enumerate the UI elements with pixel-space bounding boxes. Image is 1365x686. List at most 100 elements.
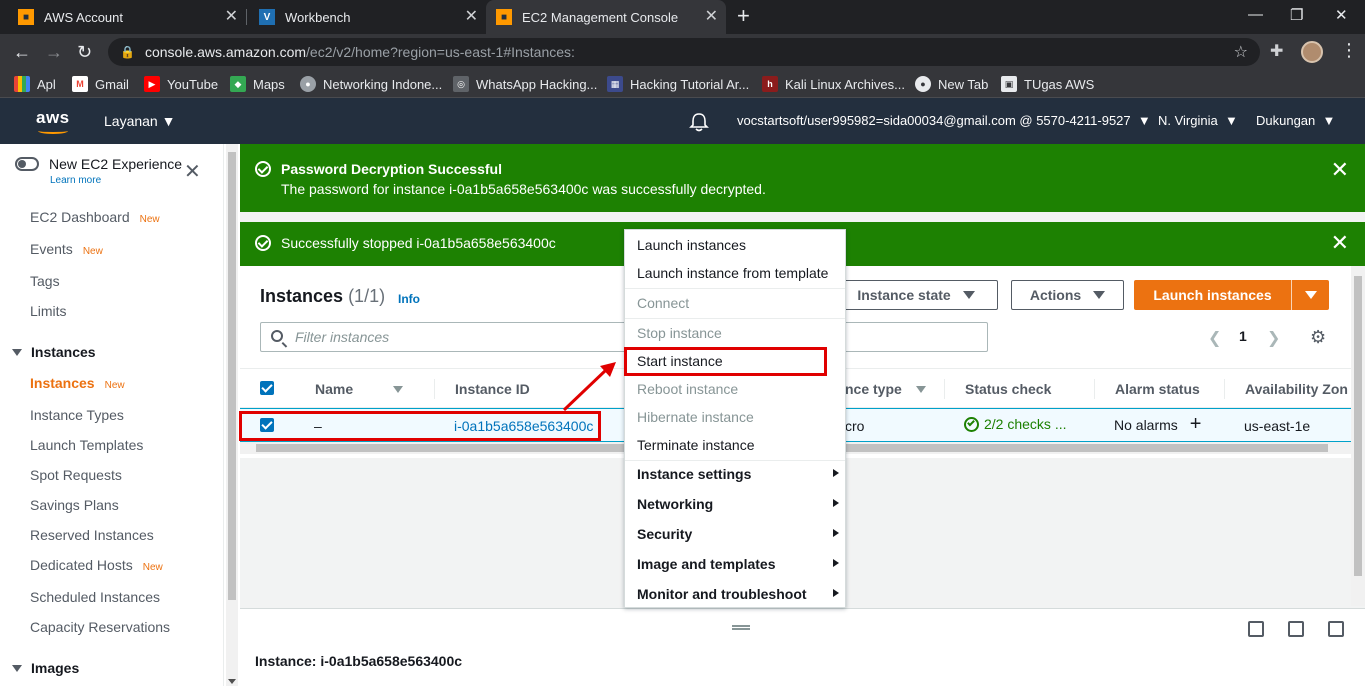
- browser-toolbar: ← → ↻ 🔒 console.aws.amazon.com/ec2/v2/ho…: [0, 34, 1365, 70]
- row-select-checkbox[interactable]: [260, 418, 274, 432]
- close-tab-icon[interactable]: ✕: [225, 9, 238, 25]
- ec2-sidebar: New EC2 Experience Learn more ✕ EC2 Dash…: [0, 144, 224, 686]
- restore-icon[interactable]: ❐: [1290, 6, 1303, 24]
- menu-item-start-instance[interactable]: Start instance: [637, 353, 723, 369]
- sidebar-section-instances[interactable]: Instances: [12, 344, 96, 360]
- bookmark-new-tab[interactable]: ● New Tab: [915, 76, 988, 92]
- add-alarm-icon[interactable]: +: [1190, 413, 1202, 435]
- bookmark-tugas-aws[interactable]: ▣ TUgas AWS: [1001, 76, 1094, 92]
- address-bar[interactable]: 🔒 console.aws.amazon.com/ec2/v2/home?reg…: [108, 38, 1260, 66]
- dismiss-flash-icon[interactable]: ✕: [1331, 232, 1349, 254]
- services-menu[interactable]: Layanan ▼: [104, 113, 175, 129]
- menu-item-launch-from-template[interactable]: Launch instance from template: [637, 265, 828, 281]
- bookmark-kali[interactable]: h Kali Linux Archives...: [762, 76, 905, 92]
- close-sidebar-icon[interactable]: ✕: [184, 162, 201, 182]
- sidebar-item-tags[interactable]: Tags: [30, 273, 60, 289]
- tab-ec2-console[interactable]: ■ EC2 Management Console ✕: [486, 0, 726, 34]
- main-scrollbar[interactable]: [1351, 266, 1365, 606]
- sidebar-item-events[interactable]: Events New: [30, 241, 103, 257]
- new-experience-toggle[interactable]: [15, 157, 39, 171]
- bookmarks-bar: Apl M Gmail ▶ YouTube ◆ Maps ● Networkin…: [0, 70, 1365, 98]
- view-split-icon[interactable]: [1288, 621, 1304, 637]
- bookmark-gmail[interactable]: M Gmail: [72, 76, 129, 92]
- sidebar-item-capacity-reservations[interactable]: Capacity Reservations: [30, 619, 170, 635]
- previous-page-icon[interactable]: ❮: [1208, 328, 1221, 348]
- bookmark-youtube[interactable]: ▶ YouTube: [144, 76, 218, 92]
- sidebar-item-instances[interactable]: Instances New: [30, 375, 125, 391]
- close-tab-icon[interactable]: ✕: [705, 9, 718, 25]
- view-full-icon[interactable]: [1328, 621, 1344, 637]
- launch-dropdown-caret-icon[interactable]: [1292, 291, 1329, 299]
- status-check-cell[interactable]: 2/2 checks ...: [964, 416, 1066, 432]
- info-link[interactable]: Info: [398, 292, 420, 306]
- sidebar-item-spot-requests[interactable]: Spot Requests: [30, 467, 122, 483]
- sidebar-item-launch-templates[interactable]: Launch Templates: [30, 437, 143, 453]
- tab-workbench[interactable]: V Workbench ✕: [249, 0, 486, 34]
- bookmark-networking[interactable]: ● Networking Indone...: [300, 76, 442, 92]
- account-menu[interactable]: vocstartsoft/user995982=sida00034@gmail.…: [737, 113, 1151, 128]
- gmail-icon: M: [72, 76, 88, 92]
- bookmark-star-icon[interactable]: ☆: [1234, 42, 1248, 62]
- back-icon[interactable]: ←: [13, 40, 31, 64]
- bookmark-maps[interactable]: ◆ Maps: [230, 76, 285, 92]
- browser-menu-icon[interactable]: ⋮: [1340, 40, 1358, 61]
- column-instance-id[interactable]: Instance ID: [455, 381, 530, 397]
- sidebar-section-images[interactable]: Images: [12, 660, 79, 676]
- aws-smile-icon: [38, 128, 68, 134]
- bookmark-apps[interactable]: Apl: [14, 76, 56, 92]
- menu-item-monitor-and-troubleshoot[interactable]: Monitor and troubleshoot: [637, 586, 807, 602]
- column-instance-type[interactable]: nce type: [845, 381, 926, 397]
- flash-message: The password for instance i-0a1b5a658e56…: [281, 181, 766, 197]
- column-alarm-status[interactable]: Alarm status: [1115, 381, 1200, 397]
- launch-instances-button[interactable]: Launch instances: [1134, 280, 1329, 310]
- sidebar-item-instance-types[interactable]: Instance Types: [30, 407, 124, 423]
- sidebar-item-limits[interactable]: Limits: [30, 303, 67, 319]
- window-close-icon[interactable]: ✕: [1335, 6, 1348, 24]
- menu-item-launch-instances[interactable]: Launch instances: [637, 237, 746, 253]
- instance-state-button[interactable]: Instance state: [834, 280, 998, 310]
- menu-item-instance-settings[interactable]: Instance settings: [637, 466, 751, 482]
- select-all-checkbox[interactable]: [260, 381, 274, 395]
- new-badge: New: [104, 380, 125, 391]
- current-page-number[interactable]: 1: [1239, 328, 1247, 344]
- sidebar-item-dedicated-hosts[interactable]: Dedicated Hosts New: [30, 557, 163, 573]
- tab-aws-account[interactable]: ■ AWS Account ✕: [8, 0, 246, 34]
- dismiss-flash-icon[interactable]: ✕: [1331, 159, 1349, 181]
- learn-more-link[interactable]: Learn more: [50, 175, 101, 186]
- instance-id-link[interactable]: i-0a1b5a658e563400c: [454, 418, 593, 434]
- actions-button[interactable]: Actions: [1011, 280, 1124, 310]
- support-menu[interactable]: Dukungan ▼: [1256, 113, 1335, 128]
- new-tab-icon[interactable]: +: [737, 5, 750, 27]
- sidebar-scrollbar[interactable]: [226, 144, 238, 686]
- resize-handle-icon[interactable]: [732, 625, 750, 630]
- reload-icon[interactable]: ↻: [77, 40, 92, 64]
- sidebar-item-ec2-dashboard[interactable]: EC2 Dashboard New: [30, 209, 160, 225]
- bookmark-hacking-tutorial[interactable]: ▦ Hacking Tutorial Ar...: [607, 76, 749, 92]
- menu-item-terminate-instance[interactable]: Terminate instance: [637, 437, 755, 453]
- menu-item-image-and-templates[interactable]: Image and templates: [637, 556, 776, 572]
- menu-item-security[interactable]: Security: [637, 526, 692, 542]
- sidebar-item-savings-plans[interactable]: Savings Plans: [30, 497, 119, 513]
- aws-logo[interactable]: aws: [36, 108, 70, 128]
- notifications-bell-icon[interactable]: [688, 112, 710, 132]
- column-availability-zone[interactable]: Availability Zon: [1245, 381, 1348, 397]
- bookmark-whatsapp[interactable]: ◎ WhatsApp Hacking...: [453, 76, 597, 92]
- menu-item-networking[interactable]: Networking: [637, 496, 713, 512]
- menu-item-hibernate-instance: Hibernate instance: [637, 409, 754, 425]
- minimize-icon[interactable]: —: [1248, 6, 1263, 23]
- close-tab-icon[interactable]: ✕: [465, 9, 478, 25]
- column-name[interactable]: Name: [315, 381, 404, 397]
- tab-title: AWS Account: [44, 9, 123, 25]
- region-menu[interactable]: N. Virginia ▼: [1158, 113, 1238, 128]
- next-page-icon[interactable]: ❯: [1267, 328, 1280, 348]
- extensions-icon[interactable]: ✚: [1270, 41, 1283, 61]
- profile-avatar[interactable]: [1301, 41, 1323, 63]
- column-status-check[interactable]: Status check: [965, 381, 1051, 397]
- sidebar-item-reserved-instances[interactable]: Reserved Instances: [30, 527, 154, 543]
- forward-icon[interactable]: →: [45, 40, 63, 64]
- tab-title: EC2 Management Console: [522, 9, 679, 25]
- settings-gear-icon[interactable]: ⚙: [1310, 327, 1326, 348]
- view-bottom-icon[interactable]: [1248, 621, 1264, 637]
- new-badge: New: [82, 246, 103, 257]
- sidebar-item-scheduled-instances[interactable]: Scheduled Instances: [30, 589, 160, 605]
